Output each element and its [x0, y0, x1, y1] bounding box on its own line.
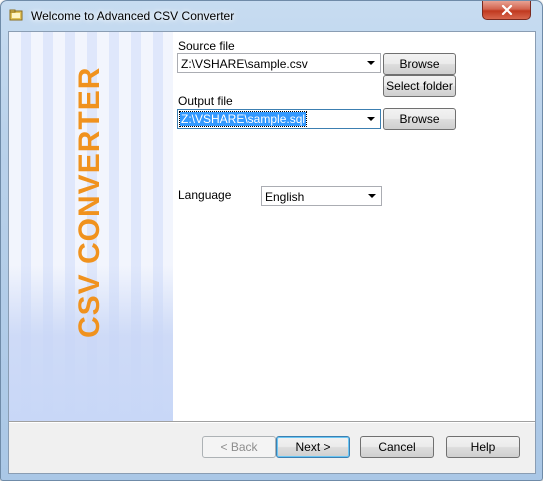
output-file-value: Z:\VSHARE\sample.sql: [178, 111, 308, 127]
cancel-button[interactable]: Cancel: [360, 436, 434, 458]
close-icon: [501, 5, 513, 15]
source-file-label: Source file: [178, 39, 235, 53]
help-button[interactable]: Help: [446, 436, 520, 458]
language-value: English: [265, 190, 305, 204]
output-file-combo[interactable]: Z:\VSHARE\sample.sql: [177, 109, 381, 129]
output-file-label: Output file: [178, 94, 233, 108]
form-panel: Source file Z:\VSHARE\sample.csv Browse …: [173, 32, 535, 421]
language-select[interactable]: English: [261, 186, 382, 206]
wizard-client-area: CSV CONVERTER Source file Z:\VSHARE\samp…: [8, 31, 536, 474]
side-banner: CSV CONVERTER: [9, 32, 173, 421]
chevron-down-icon[interactable]: [367, 61, 375, 65]
window-title: Welcome to Advanced CSV Converter: [31, 9, 235, 23]
app-folder-icon: [9, 8, 23, 22]
source-file-combo[interactable]: Z:\VSHARE\sample.csv: [177, 53, 381, 73]
language-label: Language: [178, 188, 232, 202]
chevron-down-icon[interactable]: [367, 117, 375, 121]
browse-source-button[interactable]: Browse: [383, 53, 456, 75]
browse-output-button[interactable]: Browse: [383, 108, 456, 130]
banner-title: CSV CONVERTER: [73, 66, 106, 338]
chevron-down-icon[interactable]: [368, 194, 376, 198]
app-window: Welcome to Advanced CSV Converter CSV CO…: [0, 0, 543, 481]
next-button[interactable]: Next >: [276, 436, 350, 458]
footer-divider: [9, 421, 535, 423]
back-button[interactable]: < Back: [202, 436, 276, 458]
title-bar[interactable]: Welcome to Advanced CSV Converter: [1, 1, 542, 31]
select-folder-button[interactable]: Select folder: [383, 75, 456, 97]
source-file-value: Z:\VSHARE\sample.csv: [181, 57, 308, 71]
close-button[interactable]: [482, 1, 531, 20]
